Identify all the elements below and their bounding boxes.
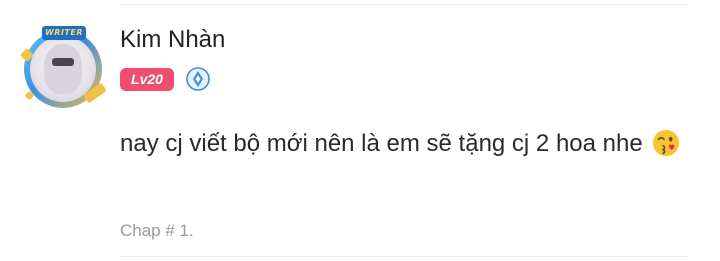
username[interactable]: Kim Nhàn (120, 26, 225, 54)
comment-text: nay cj viết bộ mới nên là em sẽ tặng cj … (120, 124, 700, 164)
diamond-rank-icon (186, 67, 210, 91)
top-divider (120, 4, 688, 5)
bottom-divider (120, 256, 688, 257)
chapter-label[interactable]: Chap # 1. (120, 221, 194, 241)
level-badge: Lv20 (120, 68, 174, 91)
avatar[interactable]: WRITER (18, 22, 108, 112)
avatar-figure (44, 44, 82, 94)
kissing-wink-heart-emoji (653, 129, 680, 157)
comment-body: nay cj viết bộ mới nên là em sẽ tặng cj … (120, 130, 643, 157)
writer-badge: WRITER (42, 26, 86, 40)
